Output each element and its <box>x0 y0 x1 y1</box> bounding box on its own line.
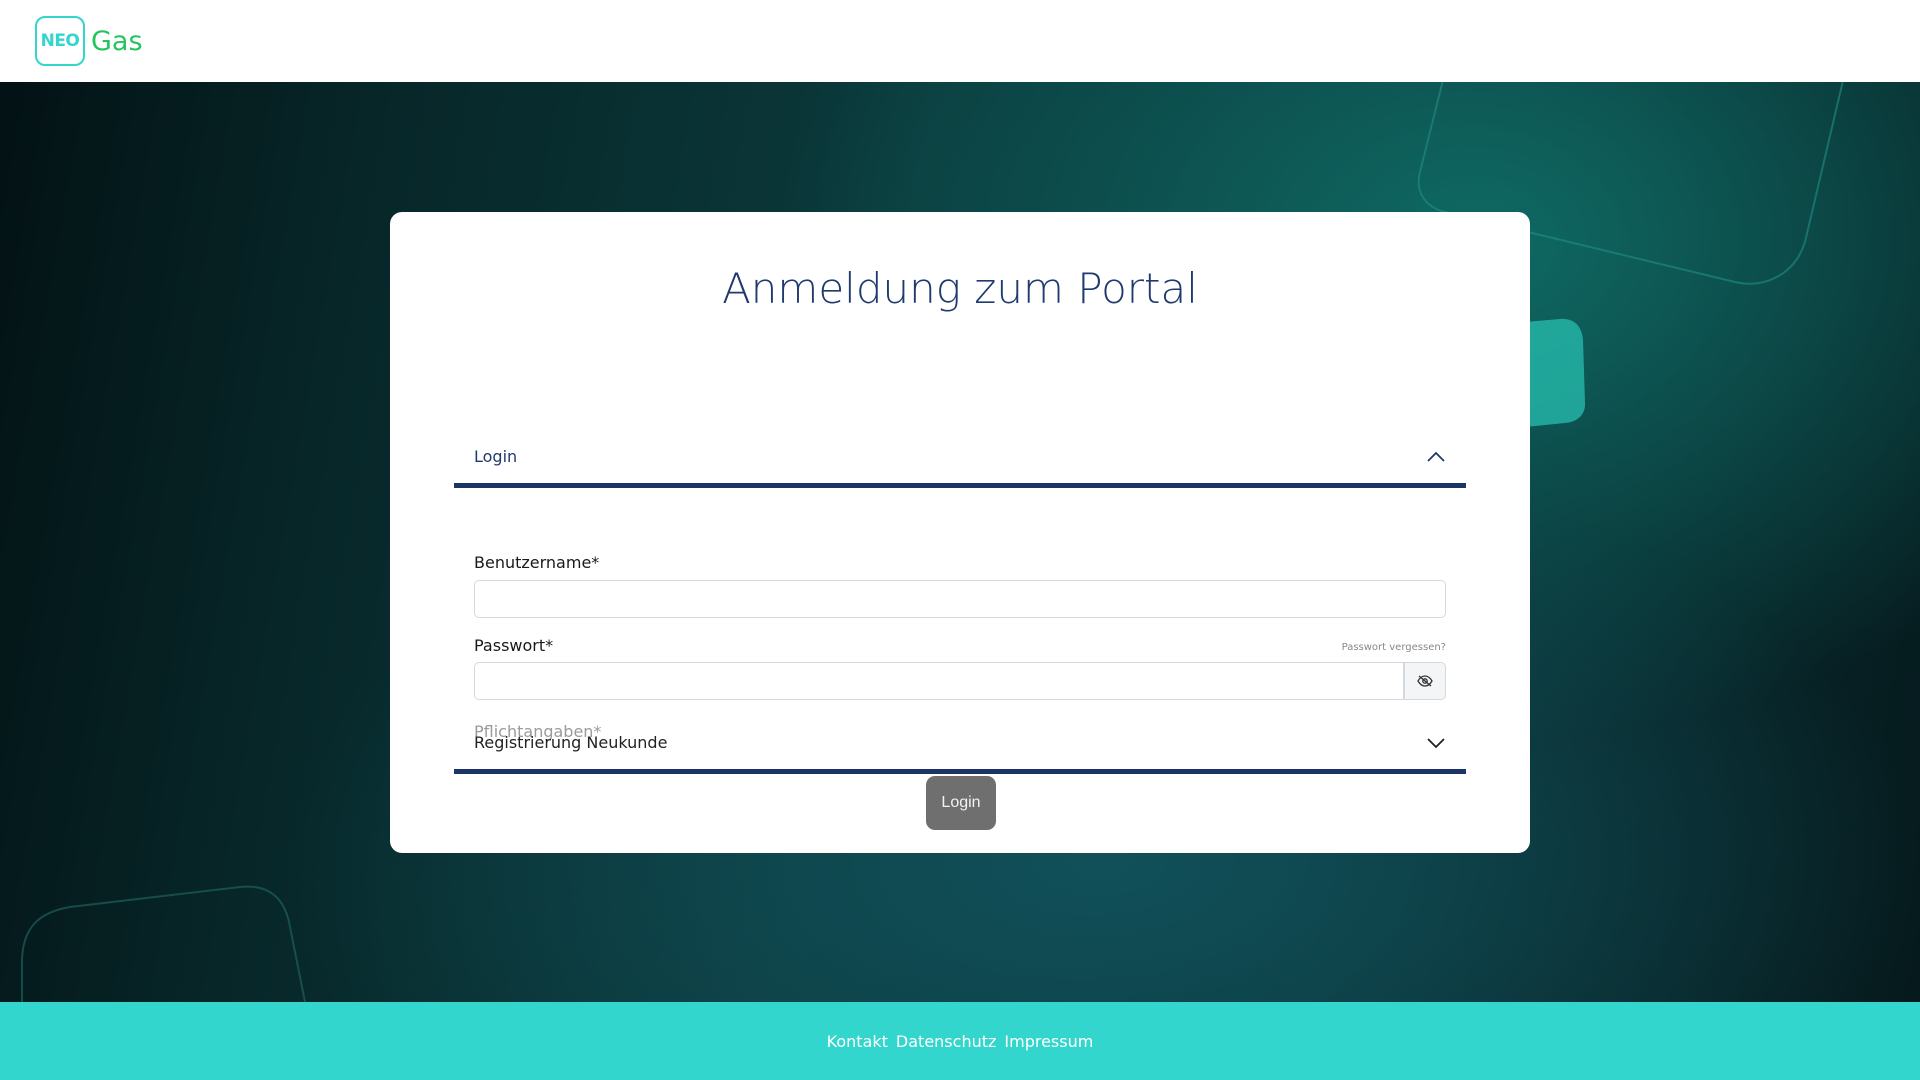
login-button[interactable]: Login <box>926 776 996 830</box>
site-header: NEO Gas <box>0 0 1920 82</box>
login-accordion-title: Login <box>474 447 518 466</box>
login-accordion-header[interactable]: Login <box>454 430 1466 488</box>
site-footer: Kontakt Datenschutz Impressum <box>0 1002 1920 1080</box>
login-card: Anmeldung zum Portal Login Benutzername*… <box>390 212 1530 853</box>
register-accordion-title: Registrierung Neukunde <box>474 733 668 752</box>
register-accordion-header[interactable]: Registrierung Neukunde <box>454 716 1466 774</box>
logo-text: Gas <box>91 25 143 57</box>
chevron-up-icon <box>1427 451 1445 462</box>
password-input[interactable] <box>474 662 1404 700</box>
username-input[interactable] <box>474 580 1446 618</box>
username-label: Benutzername* <box>474 553 600 572</box>
logo-mark: NEO <box>35 16 85 66</box>
chevron-down-icon <box>1427 737 1445 748</box>
page-title: Anmeldung zum Portal <box>722 264 1198 313</box>
password-label: Passwort* <box>474 636 554 655</box>
footer-link-impressum[interactable]: Impressum <box>1004 1032 1093 1051</box>
footer-link-kontakt[interactable]: Kontakt <box>827 1032 888 1051</box>
footer-link-datenschutz[interactable]: Datenschutz <box>896 1032 996 1051</box>
neo-gas-logo[interactable]: NEO Gas <box>35 16 143 66</box>
forgot-password-link[interactable]: Passwort vergessen? <box>1342 642 1446 653</box>
background-area: Anmeldung zum Portal Login Benutzername*… <box>0 82 1920 1002</box>
eye-off-icon <box>1417 675 1433 687</box>
password-visibility-toggle[interactable] <box>1404 662 1446 700</box>
